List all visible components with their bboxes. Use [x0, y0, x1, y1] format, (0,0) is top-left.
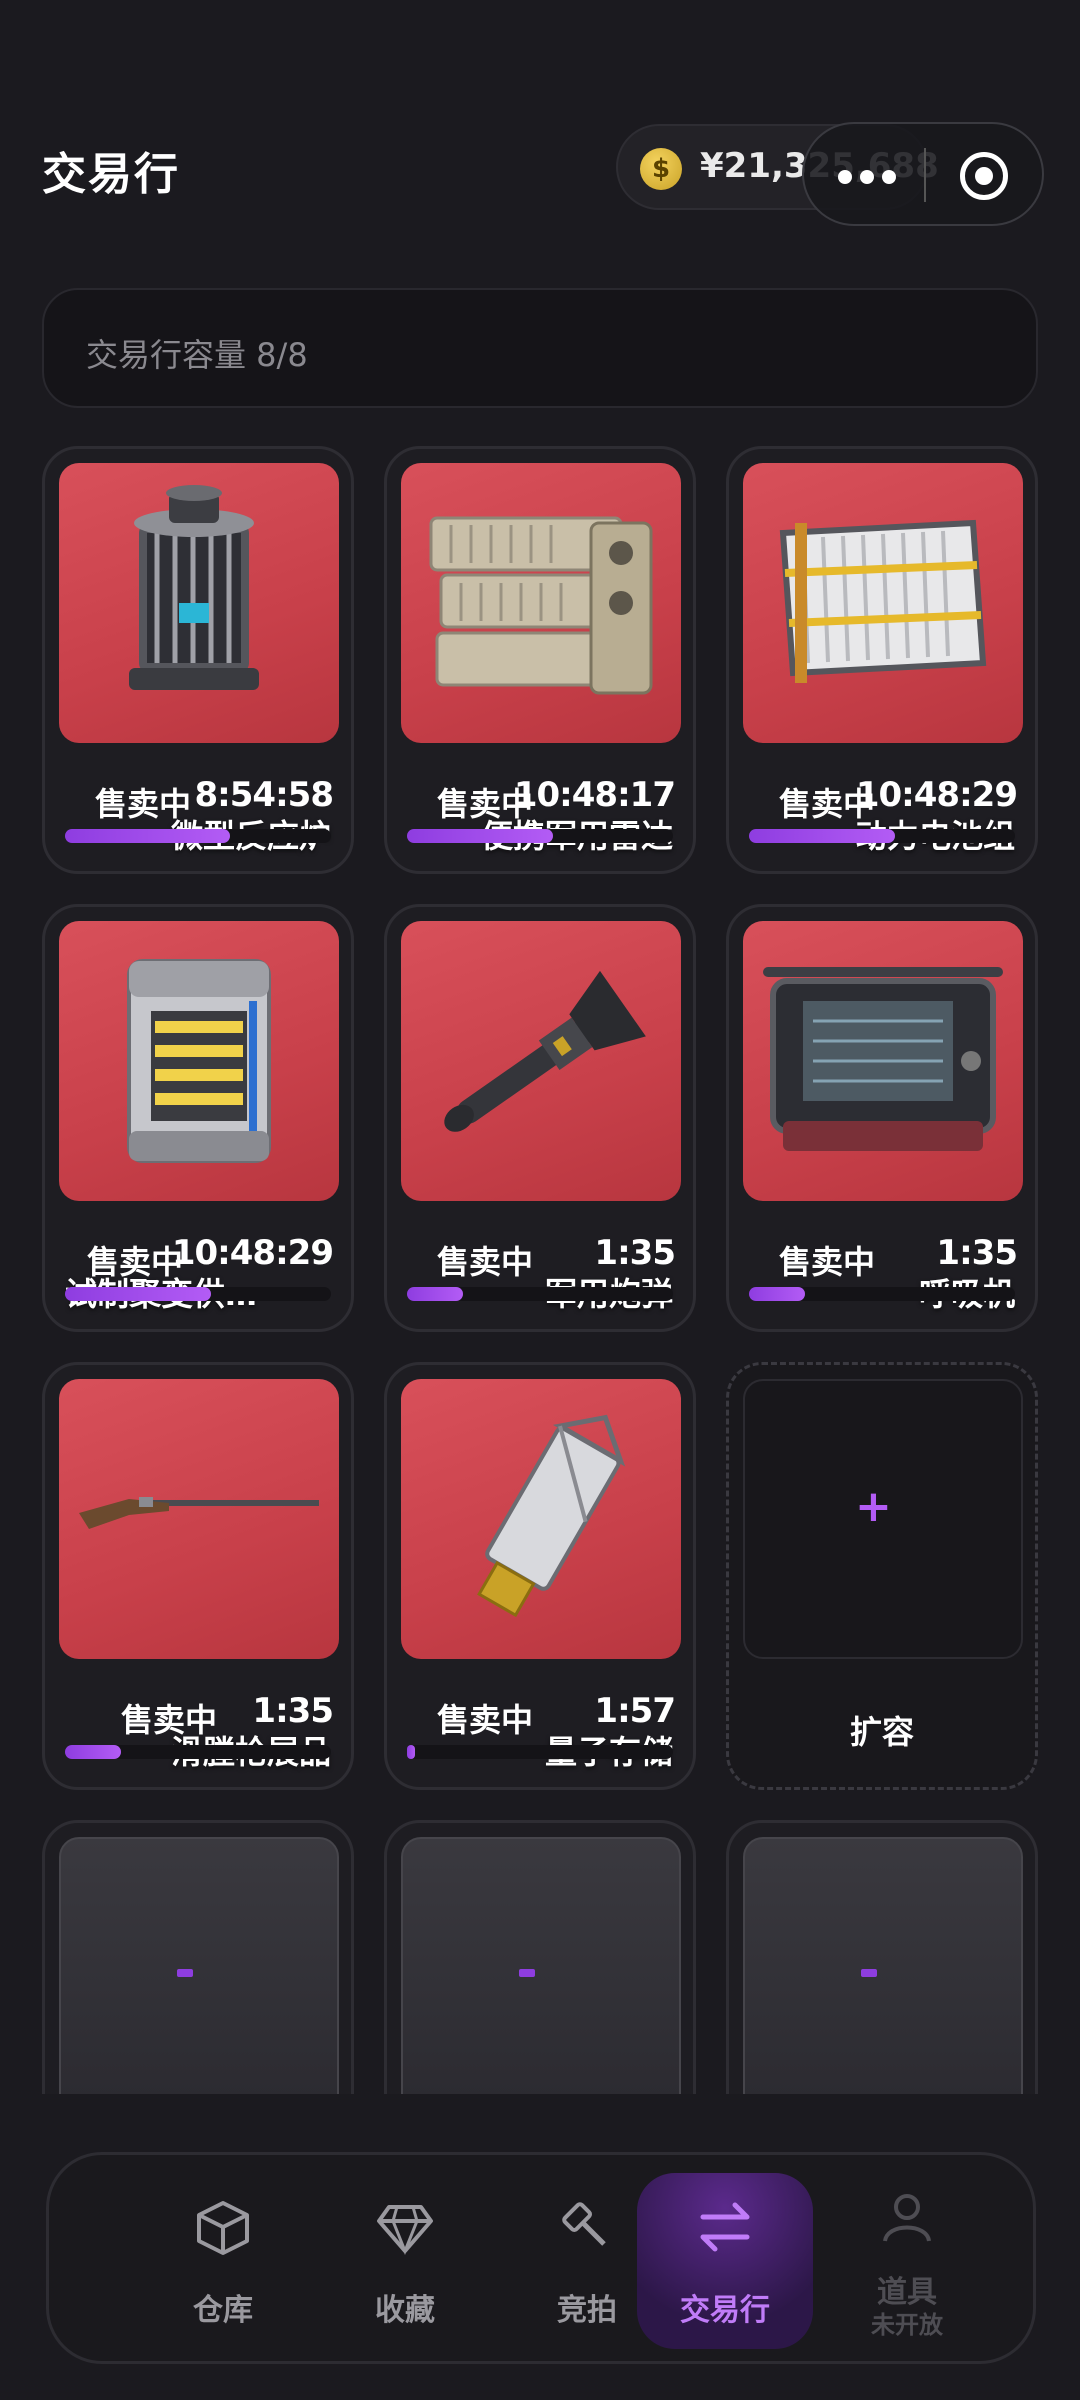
progress-bar	[65, 1745, 331, 1759]
capacity-text: 交易行容量 8/8	[86, 336, 308, 374]
listing-card[interactable]: 便携军用雷达 售卖中 10:48:17	[384, 446, 696, 874]
progress-fill	[407, 1287, 463, 1301]
box-icon	[197, 2201, 249, 2255]
placeholder-dash-icon	[519, 1969, 535, 1977]
progress-bar	[65, 1287, 331, 1301]
status-label: 售卖中	[779, 1243, 876, 1281]
nav-item-props: 道具 未开放	[819, 2173, 995, 2349]
close-target-icon[interactable]	[960, 152, 1008, 200]
item-image-usb	[401, 1379, 681, 1659]
nav-item-exchange[interactable]: 交易行	[637, 2173, 813, 2349]
gavel-icon	[562, 2202, 606, 2246]
item-image-battery	[743, 463, 1023, 743]
empty-slot-card[interactable]	[726, 1820, 1038, 2094]
coin-icon: $	[640, 148, 682, 190]
capsule-divider	[924, 148, 926, 202]
empty-slot	[743, 1837, 1023, 2094]
empty-slot	[401, 1837, 681, 2094]
nav-label: 交易行	[680, 2293, 770, 2328]
status-label: 售卖中	[87, 1243, 184, 1281]
listing-card[interactable]: 试制聚变供… 售卖中 10:48:29	[42, 904, 354, 1332]
progress-bar	[407, 1745, 673, 1759]
nav-sublabel: 未开放	[871, 2311, 943, 2339]
placeholder-dash-icon	[177, 1969, 193, 1977]
diamond-icon	[377, 2205, 433, 2256]
progress-bar	[407, 829, 673, 843]
countdown: 1:57	[594, 1691, 676, 1731]
item-image-ventilator	[743, 921, 1023, 1201]
status-label: 售卖中	[437, 1701, 534, 1739]
progress-bar	[407, 1287, 673, 1301]
nav-item-warehouse[interactable]: 仓库	[135, 2173, 311, 2349]
capacity-bar: 交易行容量 8/8	[42, 288, 1038, 408]
countdown: 10:48:29	[171, 1233, 334, 1273]
person-icon	[883, 2194, 931, 2242]
empty-slot	[59, 1837, 339, 2094]
item-image-fusion	[59, 921, 339, 1201]
item-image-musket	[59, 1379, 339, 1659]
expand-slot-card[interactable]: + 扩容	[726, 1362, 1038, 1790]
item-image-shell	[401, 921, 681, 1201]
placeholder-dash-icon	[861, 1969, 877, 1977]
listing-card[interactable]: 呼吸机 售卖中 1:35	[726, 904, 1038, 1332]
countdown: 1:35	[594, 1233, 676, 1273]
countdown: 8:54:58	[194, 775, 334, 815]
progress-fill	[749, 1287, 805, 1301]
listing-card[interactable]: 动力电池组 售卖中 10:48:29	[726, 446, 1038, 874]
progress-fill	[65, 829, 230, 843]
progress-bar	[749, 829, 1015, 843]
countdown: 10:48:17	[513, 775, 676, 815]
progress-fill	[65, 1745, 121, 1759]
listing-grid: 微型反应炉 售卖中 8:54:58	[42, 446, 1038, 2094]
status-label: 售卖中	[121, 1701, 218, 1739]
empty-slot-card[interactable]	[42, 1820, 354, 2094]
status-label: 售卖中	[437, 1243, 534, 1281]
nav-item-favorites[interactable]: 收藏	[317, 2173, 493, 2349]
status-label: 售卖中	[95, 785, 192, 823]
progress-fill	[407, 829, 554, 843]
miniprogram-capsule	[802, 122, 1044, 226]
progress-fill	[65, 1287, 212, 1301]
progress-fill	[749, 829, 896, 843]
item-image-radar	[401, 463, 681, 743]
countdown: 1:35	[936, 1233, 1018, 1273]
listing-card[interactable]: 微型反应炉 售卖中 8:54:58	[42, 446, 354, 874]
page-title: 交易行	[42, 149, 180, 200]
progress-bar	[65, 829, 331, 843]
swap-icon	[700, 2202, 750, 2252]
listing-card[interactable]: 军用炮弹 售卖中 1:35	[384, 904, 696, 1332]
countdown: 1:35	[252, 1691, 334, 1731]
empty-slot-card[interactable]	[384, 1820, 696, 2094]
progress-bar	[749, 1287, 1015, 1301]
nav-label: 仓库	[193, 2293, 253, 2328]
bottom-nav: 仓库 收藏 竞拍 交易行 道具 未开放	[46, 2152, 1036, 2364]
listing-card[interactable]: 滑膛枪展品 售卖中 1:35	[42, 1362, 354, 1790]
item-image-reactor	[59, 463, 339, 743]
plus-icon: +	[855, 1481, 892, 1532]
listing-card[interactable]: 量子存储 售卖中 1:57	[384, 1362, 696, 1790]
countdown: 10:48:29	[855, 775, 1018, 815]
expand-label: 扩容	[849, 1713, 914, 1751]
progress-fill	[407, 1745, 415, 1759]
more-icon[interactable]	[838, 170, 896, 184]
nav-label: 收藏	[375, 2293, 435, 2328]
